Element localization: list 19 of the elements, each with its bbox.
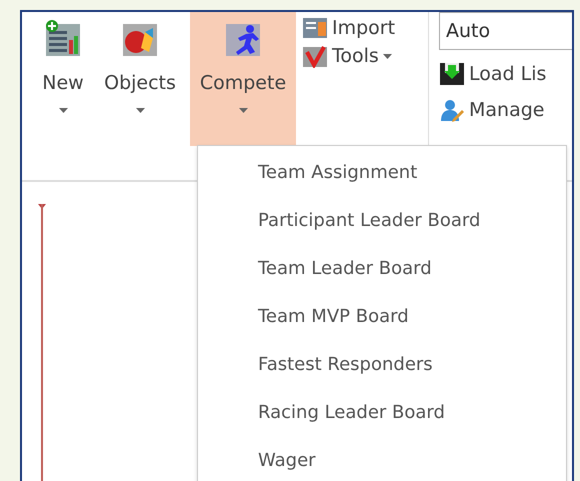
ribbon-button[interactable]: Import [302, 16, 420, 40]
menu-item[interactable]: Participant Leader Board [198, 197, 566, 245]
combo-field[interactable]: Auto [439, 12, 572, 50]
ribbon-button[interactable]: Manage [439, 98, 572, 122]
menu-item[interactable]: Team Assignment [198, 149, 566, 197]
menu-item[interactable]: Team Leader Board [198, 245, 566, 293]
list-chart-icon [44, 20, 82, 58]
checkmark-icon [302, 44, 328, 68]
menu-item[interactable]: Fastest Responders [198, 341, 566, 389]
ribbon-button[interactable]: Load Lis [439, 62, 572, 86]
menu-item[interactable]: Team MVP Board [198, 293, 566, 341]
ribbon-button[interactable]: New [36, 12, 90, 146]
ribbon-button[interactable]: Compete [190, 12, 296, 146]
ribbon-button[interactable]: Objects [90, 12, 190, 146]
ribbon-button[interactable]: Tools [302, 44, 420, 68]
menu-item[interactable]: Racing Leader Board [198, 389, 566, 437]
user-edit-icon [439, 98, 465, 122]
menu-item[interactable]: Wager [198, 437, 566, 481]
import-icon [302, 16, 328, 40]
